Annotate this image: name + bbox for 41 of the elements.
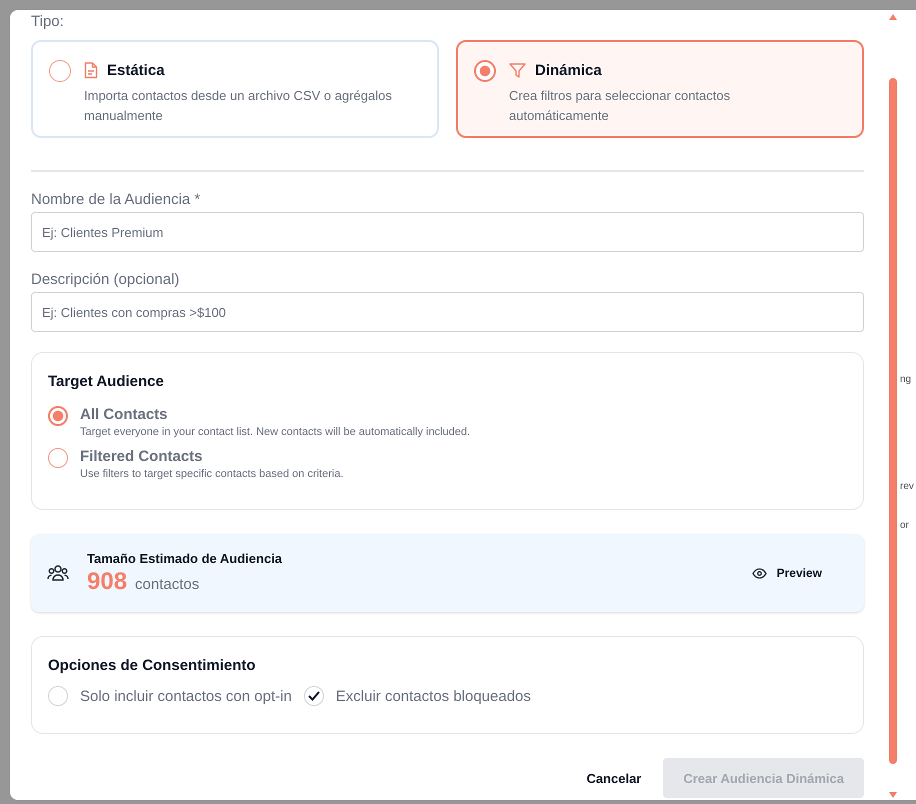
scrollbar-thumb[interactable] (888, 78, 896, 764)
section-title: Opciones de Consentimiento (48, 657, 257, 674)
type-option-card[interactable]: Dinámica Crea filtros para seleccionar contactos automáticamente (456, 40, 864, 138)
option-description: Target everyone in your contact list. New contacts will be automatically included. (80, 426, 470, 438)
contact-count: 908 (87, 568, 128, 596)
option-description: Use filters to target specific contacts based on criteria. (80, 468, 344, 480)
checkbox-label: Excluir contactos bloqueados (336, 688, 531, 704)
cancel-button[interactable]: Cancelar (586, 762, 642, 794)
scroll-down-arrow-icon[interactable] (888, 792, 896, 798)
count-unit: contactos (135, 576, 200, 592)
option-title: Dinámica (535, 62, 602, 78)
option-label: All Contacts (80, 406, 169, 423)
checkmark-icon (308, 691, 320, 701)
scroll-up-arrow-icon[interactable] (888, 14, 896, 20)
radio-button[interactable] (474, 60, 496, 82)
option-title: Estática (107, 62, 165, 78)
checkbox[interactable] (48, 686, 68, 706)
type-label: Tipo: (31, 13, 65, 32)
estimate-title: Tamaño Estimado de Audiencia (87, 550, 284, 566)
option-label: Filtered Contacts (80, 448, 204, 465)
section-title: Target Audience (48, 373, 165, 390)
preview-button[interactable]: Preview (740, 560, 834, 586)
option-description: Importa contactos desde un archivo CSV o agrégalos manualmente (84, 87, 393, 125)
filter-icon (509, 62, 526, 78)
background-text: rev (900, 481, 915, 492)
checkbox-label: Solo incluir contactos con opt-in (80, 688, 292, 704)
option-description: Crea filtros para seleccionar contactos automáticamente (509, 87, 732, 125)
field-label: Nombre de la Audiencia * (31, 192, 202, 208)
text-field[interactable]: Ej: Clientes con compras >$100 (31, 292, 864, 332)
document-icon (84, 62, 98, 78)
type-option-card[interactable]: Estática Importa contactos desde un archivo CSV o agrégalos manualmente (31, 40, 439, 138)
checkbox[interactable] (304, 686, 324, 706)
eye-icon (752, 568, 767, 578)
text-field[interactable]: Ej: Clientes Premium (31, 212, 864, 252)
background-text: ng (900, 374, 912, 385)
radio-button[interactable] (49, 60, 71, 82)
radio-button[interactable] (48, 406, 68, 426)
background-text: or (900, 520, 910, 531)
users-icon (47, 563, 69, 583)
field-label: Descripción (opcional) (31, 272, 180, 288)
radio-button[interactable] (48, 448, 68, 468)
